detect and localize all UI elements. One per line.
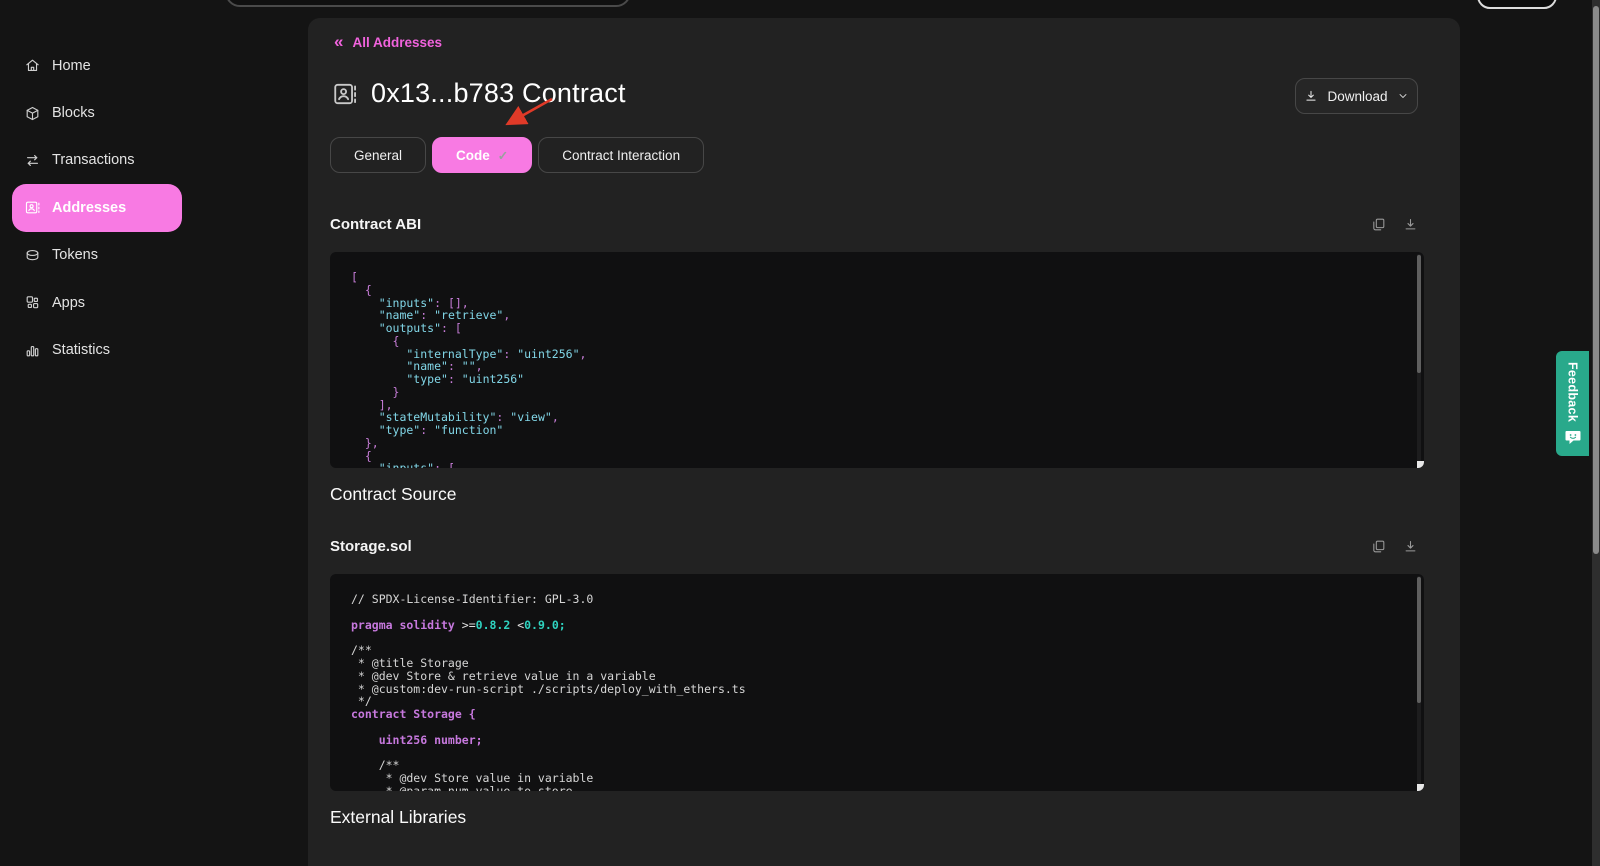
contract-source-heading: Contract Source	[330, 484, 456, 505]
tab-bar: General Code ✓ Contract Interaction	[330, 137, 704, 173]
download-icon	[1304, 89, 1318, 103]
sidebar-item-statistics[interactable]: Statistics	[0, 326, 308, 373]
sidebar-item-label: Blocks	[52, 105, 95, 121]
copy-icon[interactable]	[1371, 217, 1386, 232]
double-chevron-left-icon: «	[334, 32, 343, 52]
download-icon[interactable]	[1403, 217, 1418, 232]
sidebar-item-label: Apps	[52, 295, 85, 311]
sidebar-item-tokens[interactable]: Tokens	[0, 232, 308, 279]
breadcrumb[interactable]: « All Addresses	[334, 32, 442, 52]
tab-general[interactable]: General	[330, 137, 426, 173]
main-panel: « All Addresses 0x13...b783 Contract Dow…	[308, 18, 1460, 866]
abi-resize-grip[interactable]	[1417, 461, 1424, 468]
abi-scrollbar-thumb[interactable]	[1417, 255, 1421, 373]
sidebar-item-addresses[interactable]: Addresses	[12, 184, 182, 231]
tab-label: Contract Interaction	[562, 148, 680, 163]
page-title: 0x13...b783 Contract	[371, 78, 626, 109]
contract-card-icon	[332, 81, 358, 107]
abi-code: [ { "inputs": [], "name": "retrieve", "o…	[330, 252, 1424, 468]
contract-abi-code-block[interactable]: [ { "inputs": [], "name": "retrieve", "o…	[330, 252, 1424, 468]
source-actions	[1371, 539, 1418, 554]
source-scrollbar-thumb[interactable]	[1417, 577, 1421, 703]
tab-label: Code	[456, 148, 490, 163]
sidebar-item-apps[interactable]: Apps	[0, 279, 308, 326]
source-code-block[interactable]: // SPDX-License-Identifier: GPL-3.0 prag…	[330, 574, 1424, 791]
download-button-label: Download	[1327, 89, 1387, 104]
source-code: // SPDX-License-Identifier: GPL-3.0 prag…	[330, 574, 1424, 791]
tab-contract-interaction[interactable]: Contract Interaction	[538, 137, 704, 173]
download-icon[interactable]	[1403, 539, 1418, 554]
feedback-label: Feedback	[1566, 362, 1580, 422]
external-libraries-heading: External Libraries	[330, 807, 466, 828]
page-scrollbar-thumb[interactable]	[1593, 6, 1599, 554]
breadcrumb-label: All Addresses	[352, 35, 442, 50]
addresses-icon	[24, 199, 41, 216]
sidebar-item-blocks[interactable]: Blocks	[0, 89, 308, 136]
feedback-button[interactable]: Feedback	[1556, 351, 1589, 456]
tokens-icon	[24, 247, 41, 264]
sidebar-item-label: Addresses	[52, 200, 126, 216]
transactions-icon	[24, 152, 41, 169]
sidebar-item-label: Transactions	[52, 152, 134, 168]
tab-label: General	[354, 148, 402, 163]
source-resize-grip[interactable]	[1417, 784, 1424, 791]
sidebar-item-label: Home	[52, 58, 91, 74]
blocks-icon	[24, 105, 41, 122]
topbar-pill-button[interactable]	[1477, 0, 1557, 9]
abi-actions	[1371, 217, 1418, 232]
contract-abi-label: Contract ABI	[330, 216, 421, 233]
sidebar-item-home[interactable]: Home	[0, 42, 308, 89]
sidebar-item-transactions[interactable]: Transactions	[0, 137, 308, 184]
tab-code[interactable]: Code ✓	[432, 137, 532, 173]
statistics-icon	[24, 342, 41, 359]
source-file-name: Storage.sol	[330, 538, 412, 555]
chat-bubble-icon	[1565, 430, 1581, 445]
sidebar-item-label: Statistics	[52, 342, 110, 358]
page: Home Blocks Transactions Addresses Token…	[0, 0, 1600, 866]
download-button[interactable]: Download	[1295, 78, 1418, 114]
apps-icon	[24, 294, 41, 311]
sidebar-item-label: Tokens	[52, 247, 98, 263]
search-input[interactable]	[225, 0, 631, 7]
chevron-down-icon	[1397, 90, 1409, 102]
sidebar: Home Blocks Transactions Addresses Token…	[0, 42, 308, 374]
checkmark-icon: ✓	[498, 148, 508, 163]
title-row: 0x13...b783 Contract	[332, 78, 626, 109]
home-icon	[24, 57, 41, 74]
copy-icon[interactable]	[1371, 539, 1386, 554]
